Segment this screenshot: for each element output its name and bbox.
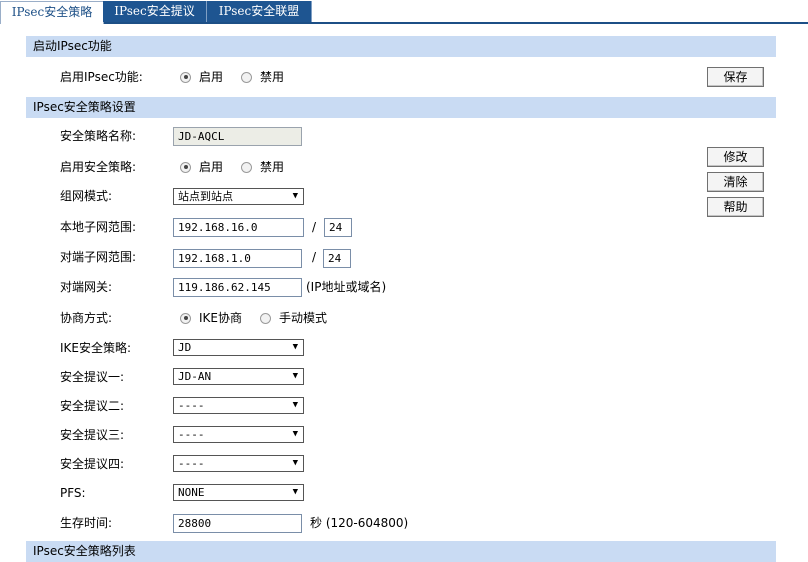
policy-section-header: IPsec安全策略设置 <box>26 97 776 118</box>
negotiation-manual-text: 手动模式 <box>279 311 328 325</box>
enable-policy-off-text: 禁用 <box>260 160 285 174</box>
remote-gateway-label: 对端网关: <box>60 280 113 294</box>
proposal1-value: JD-AN <box>178 370 212 383</box>
proposal2-value: ---- <box>178 399 205 412</box>
save-button[interactable]: 保存 <box>707 67 764 87</box>
chevron-down-icon: ▼ <box>292 371 298 381</box>
enable-ipsec-on-radio[interactable] <box>180 71 191 83</box>
clear-button[interactable]: 清除 <box>707 172 764 192</box>
proposal3-select[interactable]: ---- ▼ <box>173 426 304 443</box>
enable-policy-radio-group: 启用 禁用 <box>180 157 302 177</box>
modify-button[interactable]: 修改 <box>707 147 764 167</box>
enable-ipsec-label: 启用IPsec功能: <box>60 70 143 84</box>
local-subnet-ip-input[interactable]: 192.168.16.0 <box>173 218 304 237</box>
local-subnet-mask-input[interactable]: 24 <box>324 218 352 237</box>
enable-policy-on-radio[interactable] <box>180 161 191 173</box>
help-button[interactable]: 帮助 <box>707 197 764 217</box>
enable-ipsec-off-radio[interactable] <box>241 71 253 83</box>
local-subnet-label: 本地子网范围: <box>60 220 137 234</box>
enable-section-header: 启动IPsec功能 <box>26 36 776 57</box>
network-mode-label: 组网模式: <box>60 189 113 203</box>
tab-ipsec-policy[interactable]: IPsec安全策略 <box>0 1 104 24</box>
negotiation-radio-group: IKE协商 手动模式 <box>180 308 345 328</box>
tab-bar: IPsec安全策略 IPsec安全提议 IPsec安全联盟 <box>0 0 808 24</box>
pfs-select[interactable]: NONE ▼ <box>173 484 304 501</box>
remote-gateway-input[interactable]: 119.186.62.145 <box>173 278 302 297</box>
tab-ipsec-sa[interactable]: IPsec安全联盟 <box>207 1 312 22</box>
proposal4-label: 安全提议四: <box>60 457 125 471</box>
pfs-value: NONE <box>178 486 205 499</box>
chevron-down-icon: ▼ <box>292 342 298 352</box>
remote-subnet-ip-input[interactable]: 192.168.1.0 <box>173 249 302 268</box>
remote-subnet-label: 对端子网范围: <box>60 250 137 264</box>
remote-gateway-note: (IP地址或域名) <box>306 280 387 294</box>
chevron-down-icon: ▼ <box>292 191 298 201</box>
proposal3-label: 安全提议三: <box>60 428 125 442</box>
lifetime-note: 秒 (120-604800) <box>310 516 409 530</box>
enable-ipsec-on-text: 启用 <box>199 70 224 84</box>
negotiation-ike-radio[interactable] <box>180 312 191 324</box>
lifetime-label: 生存时间: <box>60 516 113 530</box>
network-mode-select[interactable]: 站点到站点 ▼ <box>173 188 304 205</box>
negotiation-manual-radio[interactable] <box>260 312 271 324</box>
negotiation-ike-text: IKE协商 <box>199 311 242 325</box>
chevron-down-icon: ▼ <box>292 429 298 439</box>
enable-policy-label: 启用安全策略: <box>60 160 137 174</box>
proposal4-select[interactable]: ---- ▼ <box>173 455 304 472</box>
list-section-header: IPsec安全策略列表 <box>26 541 776 562</box>
network-mode-value: 站点到站点 <box>178 190 233 203</box>
proposal4-value: ---- <box>178 457 205 470</box>
proposal1-label: 安全提议一: <box>60 370 125 384</box>
chevron-down-icon: ▼ <box>292 458 298 468</box>
ike-policy-label: IKE安全策略: <box>60 341 132 355</box>
proposal1-select[interactable]: JD-AN ▼ <box>173 368 304 385</box>
proposal2-label: 安全提议二: <box>60 399 125 413</box>
proposal2-select[interactable]: ---- ▼ <box>173 397 304 414</box>
remote-subnet-mask-input[interactable]: 24 <box>323 249 351 268</box>
ike-policy-value: JD <box>178 341 192 354</box>
ike-policy-select[interactable]: JD ▼ <box>173 339 304 356</box>
enable-ipsec-radio-group: 启用 禁用 <box>180 67 302 87</box>
policy-name-input[interactable]: JD-AQCL <box>173 127 302 146</box>
enable-policy-off-radio[interactable] <box>241 161 253 173</box>
enable-policy-on-text: 启用 <box>199 160 224 174</box>
proposal3-value: ---- <box>178 428 205 441</box>
remote-subnet-slash: / <box>312 250 317 264</box>
negotiation-label: 协商方式: <box>60 311 113 325</box>
enable-ipsec-off-text: 禁用 <box>260 70 285 84</box>
local-subnet-slash: / <box>312 220 317 234</box>
lifetime-input[interactable]: 28800 <box>173 514 302 533</box>
chevron-down-icon: ▼ <box>292 487 298 497</box>
tab-ipsec-proposal[interactable]: IPsec安全提议 <box>103 1 207 22</box>
pfs-label: PFS: <box>60 486 86 500</box>
policy-name-label: 安全策略名称: <box>60 129 137 143</box>
chevron-down-icon: ▼ <box>292 400 298 410</box>
